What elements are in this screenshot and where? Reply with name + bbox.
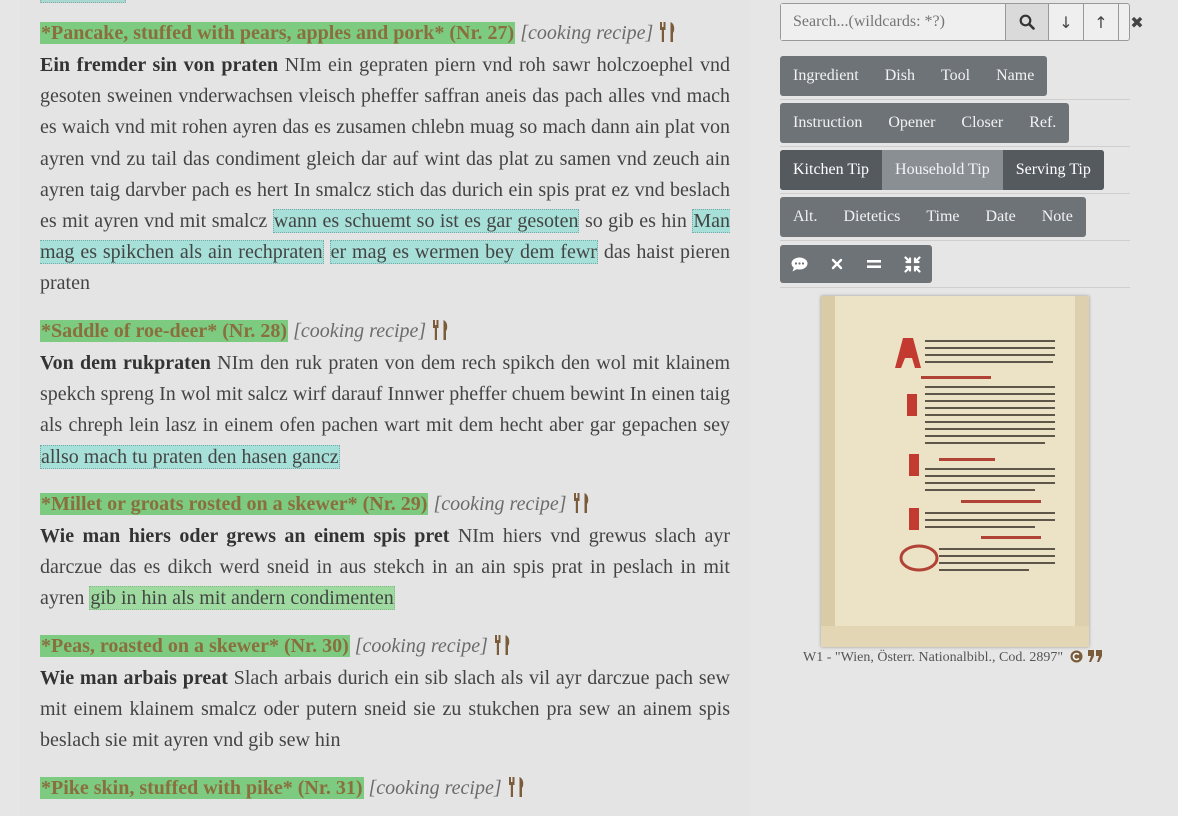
filter-ingredient[interactable]: Ingredient xyxy=(780,56,872,96)
recipe-body: Wie man arbais preat Slach arbais durich… xyxy=(40,663,730,757)
recipe-28: *Saddle of roe-deer* (Nr. 28) [cooking re… xyxy=(40,318,730,473)
kitchen-tip[interactable]: wann es schuemt so ist es gar gesoten xyxy=(272,209,580,234)
filter-time[interactable]: Time xyxy=(913,197,972,237)
manuscript-caption: W1 - "Wien, Österr. Nationalbibl., Cod. … xyxy=(803,650,1143,666)
manuscript-image[interactable] xyxy=(821,296,1089,647)
recipe-text: so gib es hin xyxy=(579,210,693,233)
tools-panel: ↓ ↑ ✖ Ingredient Dish Tool Name Instruct… xyxy=(780,0,1144,816)
recipe-heading: Wie man hiers oder grews an einem spis p… xyxy=(40,525,450,547)
filter-group-entities: Ingredient Dish Tool Name xyxy=(780,56,1048,96)
filter-kitchen-tip[interactable]: Kitchen Tip xyxy=(780,150,883,190)
recipe-title[interactable]: *Pancake, stuffed with pears, apples and… xyxy=(40,22,516,44)
divider xyxy=(780,193,1130,194)
cutlery-icon xyxy=(508,777,523,797)
filter-serving-tip[interactable]: Serving Tip xyxy=(1002,150,1104,190)
filter-group-meta: Alt. Dietetics Time Date Note xyxy=(780,197,1086,237)
view-tools xyxy=(780,245,932,283)
quote-icon[interactable] xyxy=(1088,650,1103,663)
compress-button[interactable] xyxy=(893,245,932,283)
recipe-title[interactable]: *Pike skin, stuffed with pike* (Nr. 31) xyxy=(40,777,364,799)
cutlery-icon xyxy=(494,635,510,655)
previous-result-button[interactable]: ↑ xyxy=(1083,4,1118,40)
comment-icon xyxy=(791,257,808,271)
serving-tip[interactable]: gib in hin als mit andern condimenten xyxy=(89,586,395,611)
filter-dietetics[interactable]: Dietetics xyxy=(830,197,913,237)
recipe-30: *Peas, roasted on a skewer* (Nr. 30) [coo… xyxy=(40,633,730,757)
divider xyxy=(780,287,1130,288)
recipe-31: *Pike skin, stuffed with pike* (Nr. 31)[… xyxy=(40,775,730,805)
copyright-icon[interactable] xyxy=(1070,650,1083,663)
cutlery-icon xyxy=(433,320,448,340)
search-icon xyxy=(1019,14,1035,30)
divider xyxy=(780,240,1130,241)
close-button[interactable] xyxy=(819,245,855,283)
cutlery-icon xyxy=(573,493,588,513)
clear-search-button[interactable]: ✖ xyxy=(1118,4,1155,40)
recipe-title-row: *Millet or groats rosted on a skewer* (N… xyxy=(40,491,730,517)
filter-opener[interactable]: Opener xyxy=(875,103,948,143)
recipe-type: [cooking recipe] xyxy=(354,635,488,657)
divider xyxy=(780,99,1130,100)
filter-instruction[interactable]: Instruction xyxy=(780,103,875,143)
divider xyxy=(780,146,1130,147)
comments-button[interactable] xyxy=(780,245,819,283)
kitchen-tip[interactable]: allso mach tu praten den hasen gancz xyxy=(40,444,340,469)
highlight-fragment xyxy=(40,0,126,3)
recipe-body: Von dem rukpraten NIm den ruk praten von… xyxy=(40,348,730,473)
recipe-type: [cooking recipe] xyxy=(368,777,502,799)
manuscript-page-illustration xyxy=(821,296,1089,647)
next-result-button[interactable]: ↓ xyxy=(1048,4,1083,40)
close-x-icon xyxy=(831,258,843,270)
caption-text: W1 - "Wien, Österr. Nationalbibl., Cod. … xyxy=(803,650,1064,665)
search-bar: ↓ ↑ ✖ xyxy=(780,3,1144,41)
filter-closer[interactable]: Closer xyxy=(948,103,1016,143)
filter-dish[interactable]: Dish xyxy=(872,56,928,96)
recipe-type: [cooking recipe] xyxy=(433,493,567,515)
recipe-title[interactable]: *Peas, roasted on a skewer* (Nr. 30) xyxy=(40,635,350,657)
recipe-title[interactable]: *Saddle of roe-deer* (Nr. 28) xyxy=(40,320,289,342)
search-button[interactable] xyxy=(1005,4,1048,40)
recipe-body: Ein fremder sin von praten NIm ein gepra… xyxy=(40,50,730,300)
recipe-heading: Wie man arbais preat xyxy=(40,667,228,689)
filter-ref[interactable]: Ref. xyxy=(1016,103,1069,143)
filter-tool[interactable]: Tool xyxy=(928,56,983,96)
recipe-heading: Von dem rukpraten xyxy=(40,352,211,374)
cutlery-icon xyxy=(660,22,675,42)
filter-name[interactable]: Name xyxy=(983,56,1047,96)
filter-date[interactable]: Date xyxy=(973,197,1029,237)
filter-group-structure: Instruction Opener Closer Ref. xyxy=(780,103,1070,143)
filter-alt[interactable]: Alt. xyxy=(780,197,830,237)
recipe-title[interactable]: *Millet or groats rosted on a skewer* (N… xyxy=(40,493,429,515)
recipe-text-panel: *Pancake, stuffed with pears, apples and… xyxy=(20,0,750,816)
compress-icon xyxy=(904,255,921,273)
equals-icon xyxy=(867,260,881,268)
recipe-29: *Millet or groats rosted on a skewer* (N… xyxy=(40,491,730,615)
recipe-heading: Ein fremder sin von praten xyxy=(40,54,279,76)
recipe-type: [cooking recipe] xyxy=(293,320,427,342)
kitchen-tip[interactable]: er mag es wermen bey dem fewr xyxy=(329,240,598,265)
recipe-title-row: *Pike skin, stuffed with pike* (Nr. 31)[… xyxy=(40,775,730,801)
recipe-27: *Pancake, stuffed with pears, apples and… xyxy=(40,20,730,300)
filter-note[interactable]: Note xyxy=(1029,197,1086,237)
equal-button[interactable] xyxy=(855,245,893,283)
recipe-title-row: *Saddle of roe-deer* (Nr. 28) [cooking re… xyxy=(40,318,730,344)
search-input[interactable] xyxy=(781,4,1005,40)
filter-group-tips: Kitchen Tip Household Tip Serving Tip xyxy=(780,150,1104,190)
recipe-body: Wie man hiers oder grews an einem spis p… xyxy=(40,521,730,615)
recipe-title-row: *Peas, roasted on a skewer* (Nr. 30) [coo… xyxy=(40,633,730,659)
recipe-text: NIm ein gepraten piern vnd roh sawr holc… xyxy=(40,54,730,233)
recipe-type: [cooking recipe] xyxy=(520,22,654,44)
recipe-text xyxy=(324,241,330,263)
recipe-title-row: *Pancake, stuffed with pears, apples and… xyxy=(40,20,730,46)
filter-household-tip[interactable]: Household Tip xyxy=(882,150,1003,190)
